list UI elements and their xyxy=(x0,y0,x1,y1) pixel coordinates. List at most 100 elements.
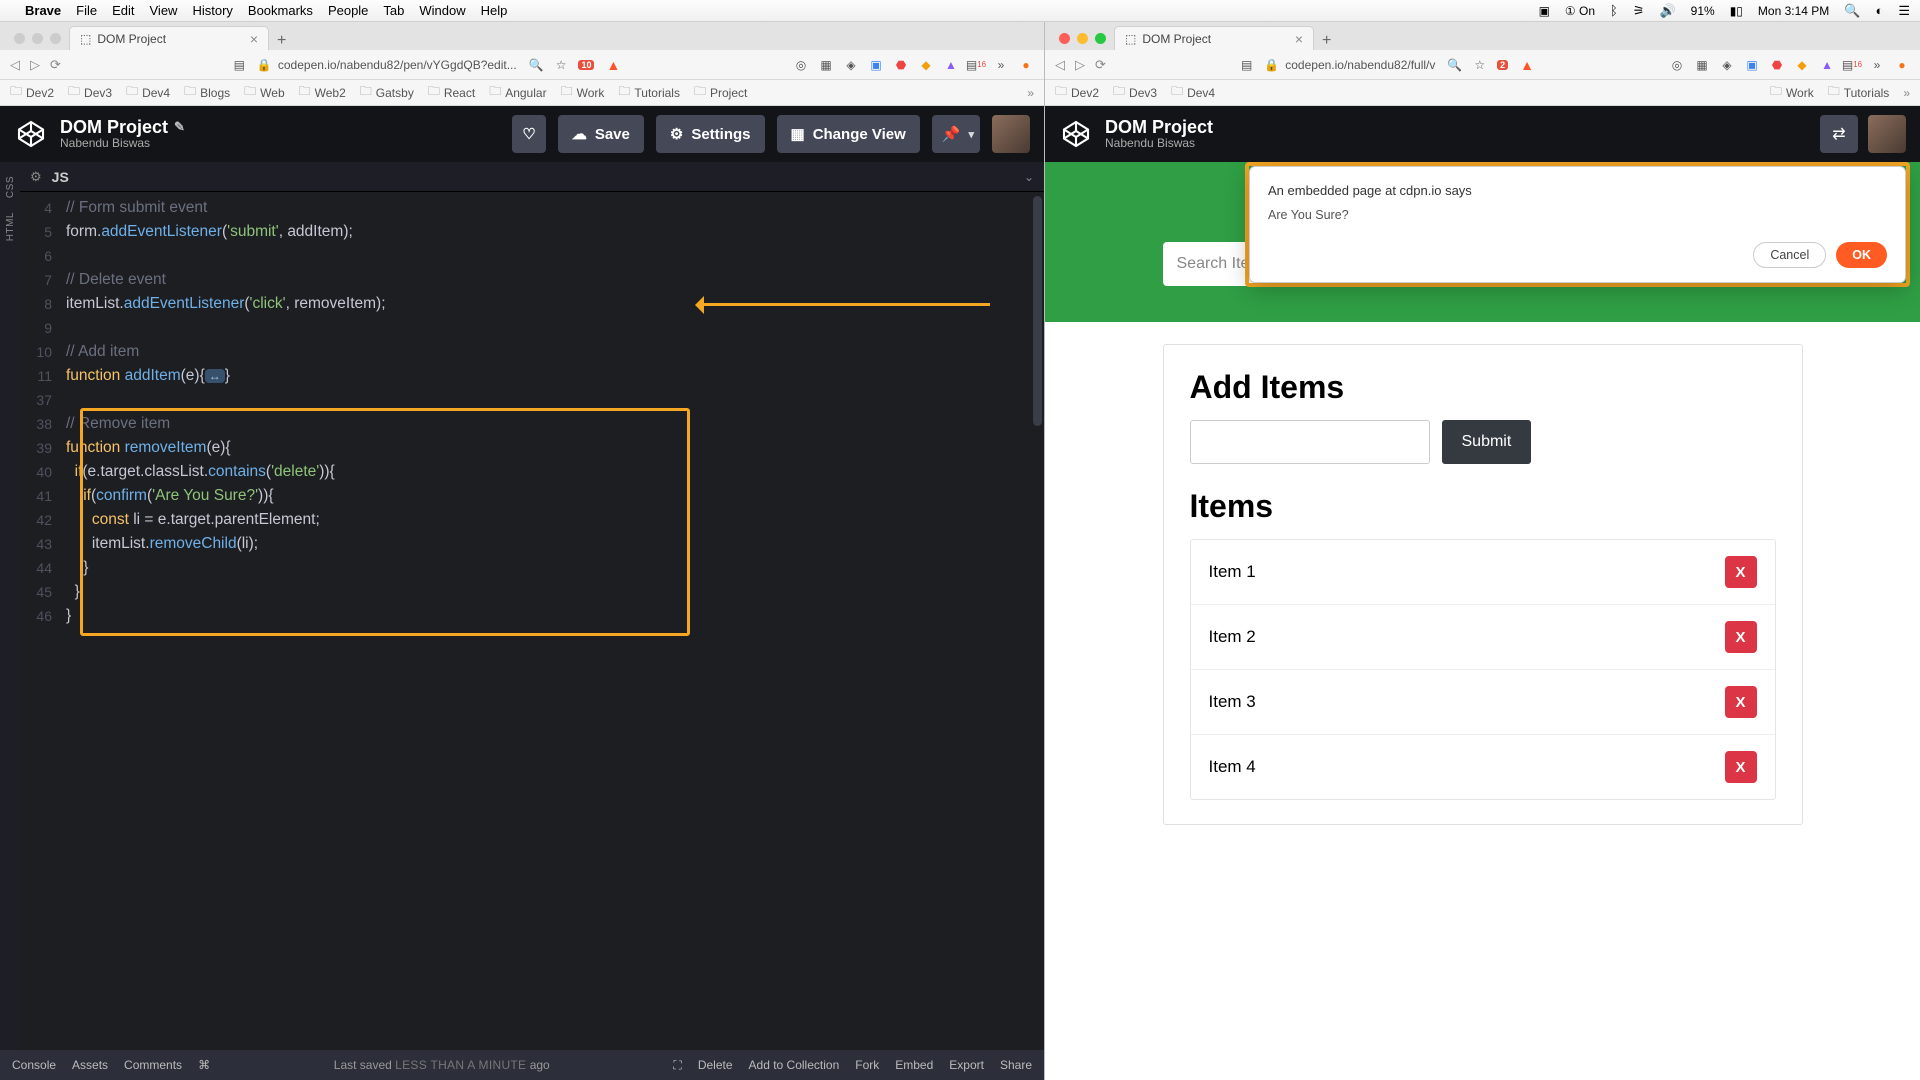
footer-assets[interactable]: Assets xyxy=(72,1058,108,1072)
code-line[interactable]: 43 itemList.removeChild(li); xyxy=(20,532,1044,556)
code-line[interactable]: 38// Remove item xyxy=(20,412,1044,436)
ext-icon[interactable]: ▦ xyxy=(1694,57,1710,73)
code-line[interactable]: 44 } xyxy=(20,556,1044,580)
ext-icon[interactable]: ◎ xyxy=(793,57,809,73)
nav-reload-icon[interactable]: ⟳ xyxy=(1095,57,1106,73)
footer-console[interactable]: Console xyxy=(12,1058,56,1072)
save-button[interactable]: ☁Save xyxy=(558,115,644,153)
window-close-icon[interactable] xyxy=(1059,33,1070,44)
change-view-button[interactable]: ▦Change View xyxy=(777,115,920,153)
dialog-ok-button[interactable]: OK xyxy=(1836,242,1887,268)
bookmark-folder[interactable]: 🗀Web2 xyxy=(299,82,346,103)
ext-icon[interactable]: ⬣ xyxy=(1769,57,1785,73)
delete-item-button[interactable]: X xyxy=(1725,621,1757,653)
bookmark-folder[interactable]: 🗀Dev4 xyxy=(1171,82,1215,103)
footer-shortcuts-icon[interactable]: ⌘ xyxy=(198,1058,210,1072)
bookmark-folder[interactable]: 🗀Dev2 xyxy=(10,82,54,103)
edit-title-icon[interactable]: ✎ xyxy=(174,120,185,135)
bookmark-folder[interactable]: 🗀Dev3 xyxy=(1113,82,1157,103)
submit-button[interactable]: Submit xyxy=(1442,420,1532,464)
pen-author[interactable]: Nabendu Biswas xyxy=(1105,137,1213,151)
footer-expand-icon[interactable]: ⛶ xyxy=(673,1058,681,1073)
ext-icon[interactable]: ▣ xyxy=(868,57,884,73)
collapse-panel-icon[interactable]: ⌄ xyxy=(1024,170,1034,184)
spotlight-icon[interactable]: 🔍 xyxy=(1844,3,1860,19)
brave-icon[interactable]: ▲ xyxy=(606,57,620,73)
bookmark-folder[interactable]: 🗀Work xyxy=(561,82,605,103)
code-line[interactable]: 41 if(confirm('Are You Sure?')){ xyxy=(20,484,1044,508)
avatar[interactable] xyxy=(992,115,1030,153)
menu-help[interactable]: Help xyxy=(481,3,508,18)
tab-close-icon[interactable]: × xyxy=(250,31,258,47)
menu-history[interactable]: History xyxy=(192,3,232,18)
reader-icon[interactable]: ▤ xyxy=(1241,58,1252,72)
tab-close-icon[interactable]: × xyxy=(1295,31,1303,47)
bookmark-star-icon[interactable]: ☆ xyxy=(556,58,567,72)
browser-tab[interactable]: ⬚DOM Project × xyxy=(1114,26,1314,50)
code-line[interactable]: 4// Form submit event xyxy=(20,196,1044,220)
menu-people[interactable]: People xyxy=(328,3,368,18)
footer-share[interactable]: Share xyxy=(1000,1058,1032,1073)
side-tab-css[interactable]: CSS xyxy=(3,170,18,204)
window-minimize-icon[interactable] xyxy=(1077,33,1088,44)
dialog-cancel-button[interactable]: Cancel xyxy=(1753,242,1826,268)
delete-item-button[interactable]: X xyxy=(1725,686,1757,718)
clock[interactable]: Mon 3:14 PM xyxy=(1758,4,1829,18)
window-minimize-icon[interactable] xyxy=(32,33,43,44)
ext-icon[interactable]: ▣ xyxy=(1744,57,1760,73)
new-tab-button[interactable]: + xyxy=(269,32,294,50)
bookmark-folder[interactable]: 🗀Blogs xyxy=(184,82,230,103)
code-line[interactable]: 37 xyxy=(20,388,1044,412)
brave-shield-badge[interactable]: 10 xyxy=(578,60,594,70)
wifi-icon[interactable]: ⚞ xyxy=(1633,3,1645,19)
codepen-logo-icon[interactable] xyxy=(14,117,48,151)
brave-shield-badge[interactable]: 2 xyxy=(1497,60,1508,70)
bookmark-folder[interactable]: 🗀Dev2 xyxy=(1055,82,1099,103)
delete-item-button[interactable]: X xyxy=(1725,556,1757,588)
menu-file[interactable]: File xyxy=(76,3,97,18)
bookmark-overflow-icon[interactable]: » xyxy=(1027,86,1034,100)
menu-tab[interactable]: Tab xyxy=(383,3,404,18)
code-line[interactable]: 46} xyxy=(20,604,1044,628)
bookmark-folder[interactable]: 🗀Dev3 xyxy=(68,82,112,103)
menu-view[interactable]: View xyxy=(150,3,178,18)
ext-icon[interactable]: ▦ xyxy=(818,57,834,73)
ext-icon[interactable]: ◆ xyxy=(1794,57,1810,73)
footer-delete[interactable]: Delete xyxy=(698,1058,733,1073)
ext-icon[interactable]: ● xyxy=(1894,57,1910,73)
url-text[interactable]: codepen.io/nabendu82/full/v xyxy=(1285,58,1435,72)
bluetooth-icon[interactable]: ᛒ xyxy=(1610,3,1618,18)
nav-forward-icon[interactable]: ▷ xyxy=(1075,57,1085,73)
ext-icon[interactable]: ◈ xyxy=(1719,57,1735,73)
editor-settings-icon[interactable]: ⚙ xyxy=(30,169,42,185)
ext-overflow-icon[interactable]: » xyxy=(993,57,1009,73)
delete-item-button[interactable]: X xyxy=(1725,751,1757,783)
bookmark-folder[interactable]: 🗀Gatsby xyxy=(360,82,414,103)
code-line[interactable]: 45 } xyxy=(20,580,1044,604)
ext-icon[interactable]: ▤16 xyxy=(968,57,984,73)
footer-embed[interactable]: Embed xyxy=(895,1058,933,1073)
window-zoom-icon[interactable] xyxy=(1095,33,1106,44)
nav-reload-icon[interactable]: ⟳ xyxy=(50,57,61,73)
scrollbar[interactable] xyxy=(1033,196,1042,426)
bookmark-folder[interactable]: 🗀Angular xyxy=(489,82,546,103)
menu-edit[interactable]: Edit xyxy=(112,3,134,18)
ext-icon[interactable]: ● xyxy=(1018,57,1034,73)
settings-button[interactable]: ⚙Settings xyxy=(656,115,765,153)
pin-button[interactable]: 📌▾ xyxy=(932,115,980,153)
footer-comments[interactable]: Comments xyxy=(124,1058,182,1072)
pen-title[interactable]: DOM Project xyxy=(60,117,168,138)
footer-export[interactable]: Export xyxy=(949,1058,984,1073)
bookmark-folder[interactable]: 🗀Tutorials xyxy=(1828,82,1890,103)
view-switch-button[interactable]: ⇄ xyxy=(1820,115,1858,153)
code-line[interactable]: 10// Add item xyxy=(20,340,1044,364)
control-center-icon[interactable]: ◐ xyxy=(1875,3,1883,18)
ext-overflow-icon[interactable]: » xyxy=(1869,57,1885,73)
nav-back-icon[interactable]: ◁ xyxy=(1055,57,1065,73)
ext-icon[interactable]: ▲ xyxy=(1819,57,1835,73)
bookmark-star-icon[interactable]: ☆ xyxy=(1474,58,1485,72)
url-text[interactable]: codepen.io/nabendu82/pen/vYGgdQB?edit... xyxy=(278,58,517,72)
codepen-logo-icon[interactable] xyxy=(1059,117,1093,151)
ext-icon[interactable]: ◈ xyxy=(843,57,859,73)
browser-tab[interactable]: ⬚DOM Project × xyxy=(69,26,269,50)
